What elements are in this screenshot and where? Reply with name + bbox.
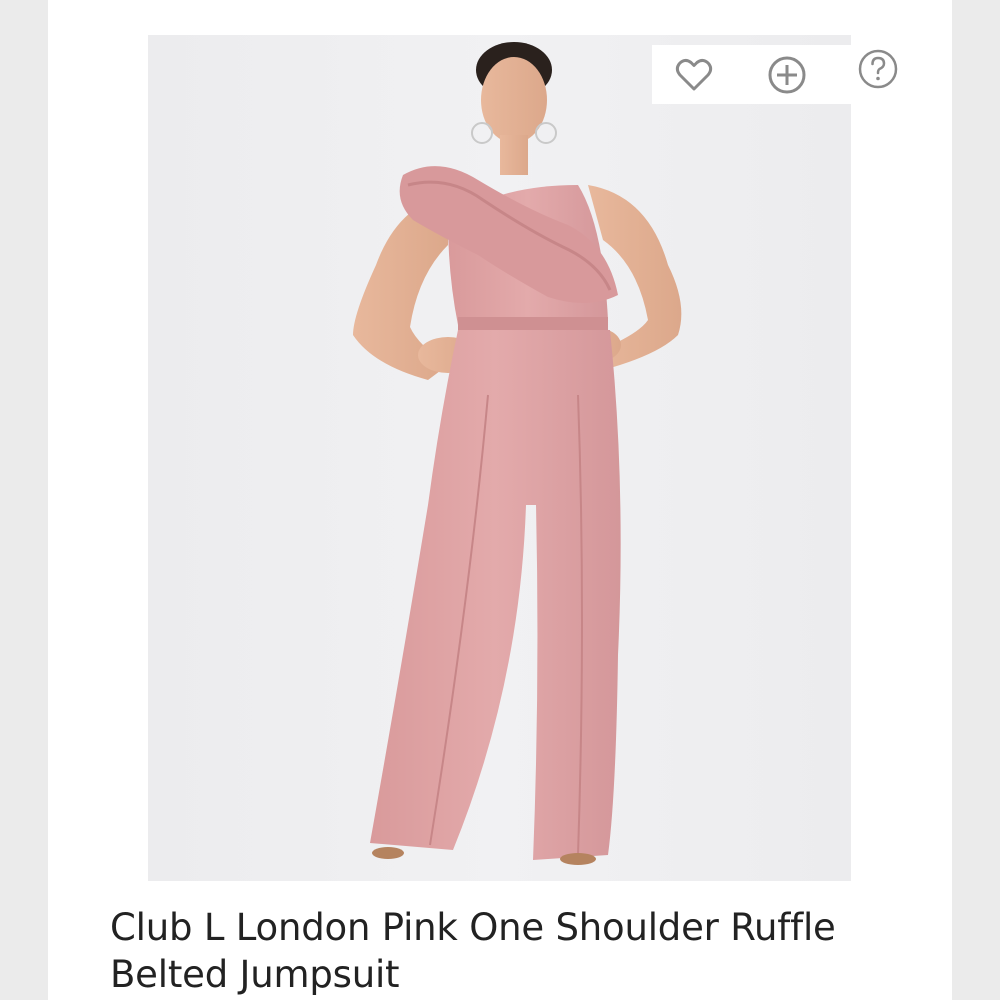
- wishlist-button[interactable]: [666, 47, 722, 103]
- product-action-bar: [652, 45, 898, 104]
- add-to-bag-button[interactable]: [759, 47, 815, 103]
- question-circle-icon: [858, 49, 898, 89]
- plus-circle-icon: [768, 56, 806, 94]
- help-button[interactable]: [850, 41, 906, 97]
- page-background: Club L London Pink One Shoulder Ruffle B…: [0, 0, 1000, 1000]
- heart-outline-icon: [675, 59, 713, 91]
- product-image[interactable]: [148, 35, 851, 881]
- product-photo-illustration: [353, 42, 682, 865]
- product-title: Club L London Pink One Shoulder Ruffle B…: [110, 906, 836, 996]
- product-card: Club L London Pink One Shoulder Ruffle B…: [48, 0, 952, 1000]
